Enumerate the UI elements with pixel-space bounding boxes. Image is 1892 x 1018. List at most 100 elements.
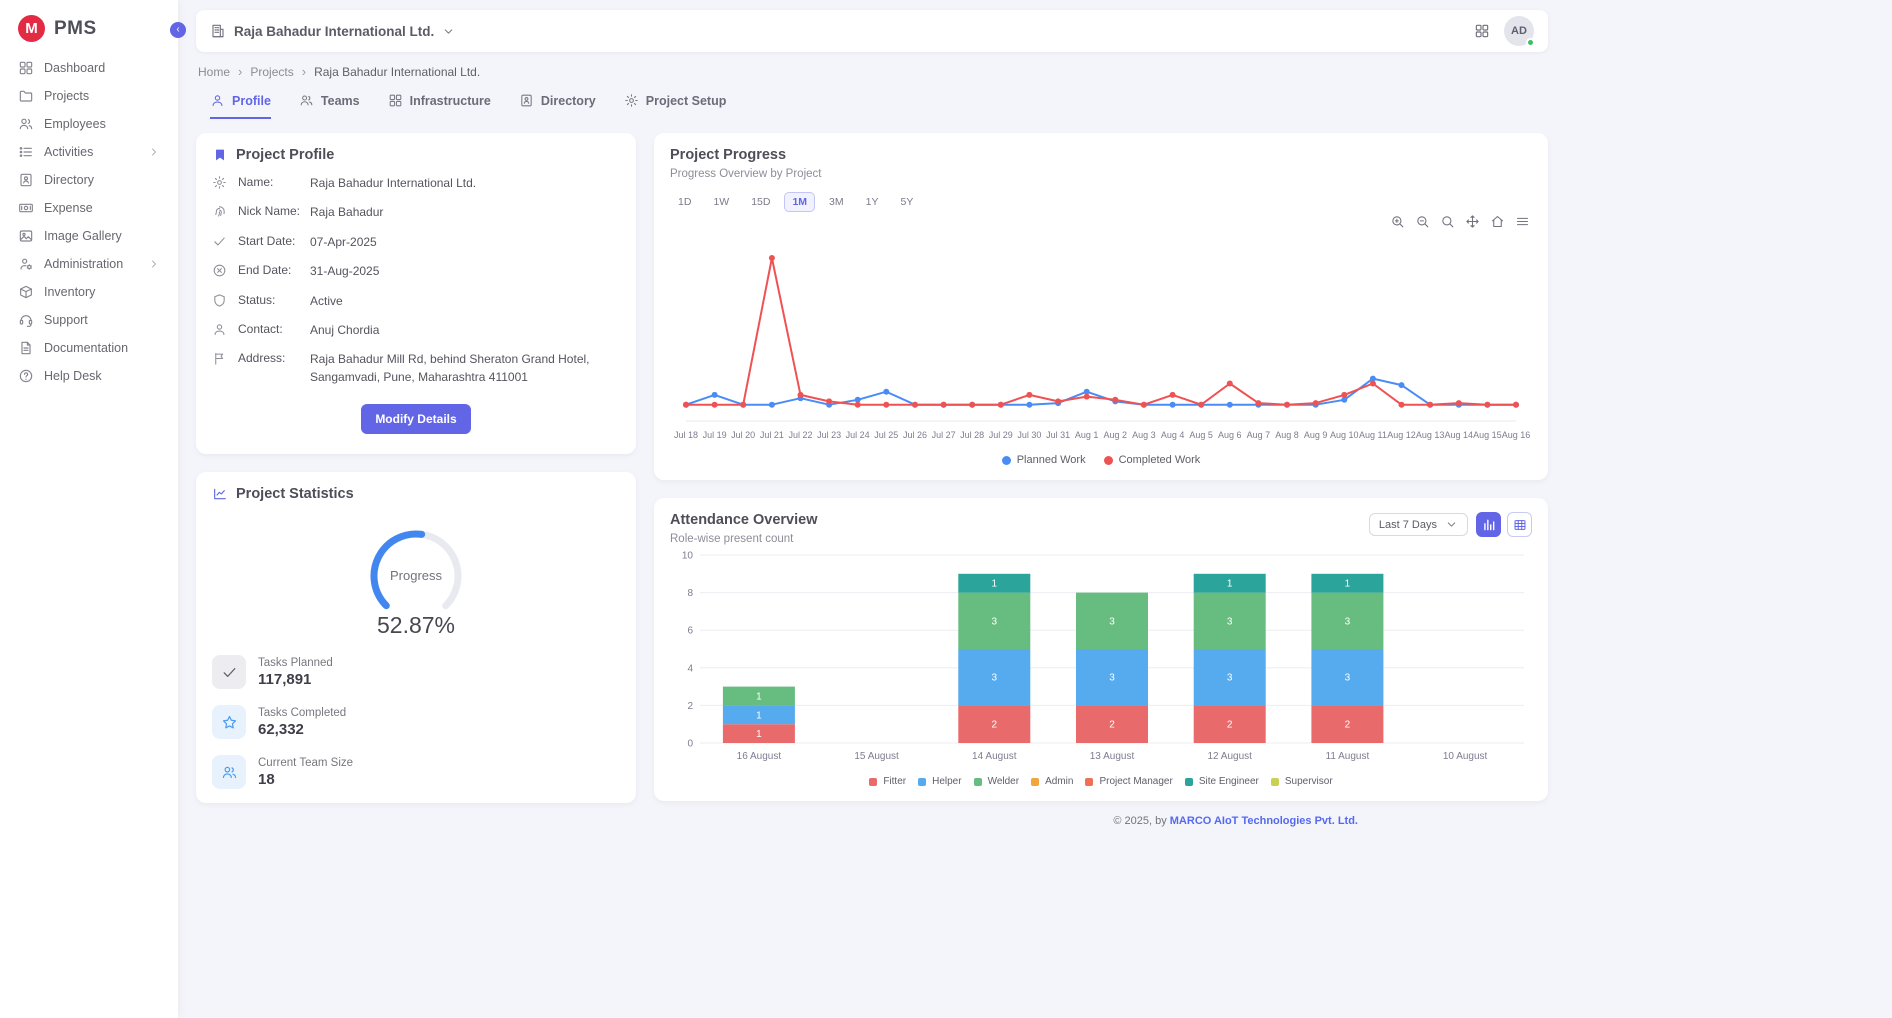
- field-label: Nick Name:: [238, 204, 300, 218]
- main-content: Raja Bahadur International Ltd. AD Home›…: [178, 0, 1550, 827]
- attendance-controls: Last 7 Days: [1369, 512, 1532, 537]
- sidebar-item-administration[interactable]: Administration: [0, 250, 178, 278]
- sidebar-item-help-desk[interactable]: Help Desk: [0, 362, 178, 390]
- sidebar-item-support[interactable]: Support: [0, 306, 178, 334]
- legend-site-engineer[interactable]: Site Engineer: [1185, 776, 1259, 787]
- legend-welder[interactable]: Welder: [974, 776, 1020, 787]
- svg-text:Jul 20: Jul 20: [731, 430, 755, 440]
- legend-fitter[interactable]: Fitter: [869, 776, 906, 787]
- tab-infrastructure[interactable]: Infrastructure: [388, 93, 491, 119]
- line-chart-mount: Jul 18Jul 19Jul 20Jul 21Jul 22Jul 23Jul …: [670, 231, 1532, 448]
- tab-directory[interactable]: Directory: [519, 93, 596, 119]
- bar-view-button[interactable]: [1476, 512, 1501, 537]
- user-avatar[interactable]: AD: [1504, 16, 1534, 46]
- apps-grid-icon[interactable]: [1474, 23, 1490, 39]
- footer-link[interactable]: MARCO AIoT Technologies Pvt. Ltd.: [1170, 815, 1358, 827]
- company-selector[interactable]: Raja Bahadur International Ltd.: [210, 23, 455, 39]
- table-view-button[interactable]: [1507, 512, 1532, 537]
- tab-profile[interactable]: Profile: [210, 93, 271, 119]
- legend-label: Site Engineer: [1199, 776, 1259, 787]
- sidebar-item-employees[interactable]: Employees: [0, 110, 178, 138]
- view-toggles: [1476, 512, 1532, 537]
- legend-planned-work[interactable]: Planned Work: [1002, 454, 1086, 466]
- selection-zoom-icon[interactable]: [1440, 214, 1455, 229]
- sidebar-item-image-gallery[interactable]: Image Gallery: [0, 222, 178, 250]
- svg-text:2: 2: [992, 720, 998, 731]
- legend-completed-work[interactable]: Completed Work: [1104, 454, 1201, 466]
- svg-text:10 August: 10 August: [1443, 751, 1488, 762]
- gauge-value: 52.87%: [377, 612, 455, 639]
- range-button-15d[interactable]: 15D: [743, 192, 778, 212]
- zoom-in-icon[interactable]: [1390, 214, 1405, 229]
- svg-text:0: 0: [687, 739, 693, 750]
- modify-details-button[interactable]: Modify Details: [361, 404, 470, 434]
- stat-label: Tasks Planned: [258, 657, 333, 669]
- sidebar-item-label: Expense: [44, 201, 93, 215]
- person-icon: [212, 322, 228, 337]
- legend-project-manager[interactable]: Project Manager: [1085, 776, 1172, 787]
- legend-helper[interactable]: Helper: [918, 776, 961, 787]
- legend-label: Helper: [932, 776, 961, 787]
- profile-field-start-date: Start Date:07-Apr-2025: [212, 234, 620, 251]
- progress-card-title: Project Progress: [670, 147, 1532, 163]
- svg-text:Aug 7: Aug 7: [1247, 430, 1271, 440]
- field-value: 07-Apr-2025: [310, 234, 620, 251]
- field-label: End Date:: [238, 263, 300, 277]
- legend-supervisor[interactable]: Supervisor: [1271, 776, 1333, 787]
- sidebar-item-label: Help Desk: [44, 369, 102, 383]
- range-button-1y[interactable]: 1Y: [858, 192, 887, 212]
- sidebar-item-directory[interactable]: Directory: [0, 166, 178, 194]
- tab-project-setup[interactable]: Project Setup: [624, 93, 727, 119]
- svg-text:Jul 24: Jul 24: [846, 430, 870, 440]
- stat-value: 18: [258, 771, 353, 788]
- stat-tasks-planned: Tasks Planned117,891: [212, 655, 620, 689]
- range-button-5y[interactable]: 5Y: [892, 192, 921, 212]
- svg-text:Jul 22: Jul 22: [788, 430, 812, 440]
- top-header: Raja Bahadur International Ltd. AD: [196, 10, 1548, 52]
- svg-text:Aug 11: Aug 11: [1359, 430, 1387, 440]
- range-button-1w[interactable]: 1W: [705, 192, 737, 212]
- flag-icon: [212, 351, 228, 366]
- helpdesk-icon: [18, 368, 34, 384]
- field-label: Address:: [238, 351, 300, 365]
- legend-marker: [1085, 778, 1093, 786]
- zoom-out-icon[interactable]: [1415, 214, 1430, 229]
- svg-text:Jul 31: Jul 31: [1046, 430, 1070, 440]
- svg-text:14 August: 14 August: [972, 751, 1017, 762]
- sidebar-item-label: Activities: [44, 145, 93, 159]
- building-icon: [210, 23, 226, 39]
- days-range-select[interactable]: Last 7 Days: [1369, 513, 1468, 536]
- pan-icon[interactable]: [1465, 214, 1480, 229]
- svg-text:8: 8: [687, 588, 693, 599]
- chevron-right-icon: [148, 146, 160, 158]
- sidebar-item-activities[interactable]: Activities: [0, 138, 178, 166]
- logo-icon: M: [18, 15, 45, 42]
- legend-admin[interactable]: Admin: [1031, 776, 1073, 787]
- svg-text:Aug 1: Aug 1: [1075, 430, 1099, 440]
- breadcrumb-item-home[interactable]: Home: [198, 65, 230, 79]
- field-label: Contact:: [238, 322, 300, 336]
- sidebar-collapse-button[interactable]: ‹: [170, 22, 186, 38]
- breadcrumb-item-projects[interactable]: Projects: [250, 65, 293, 79]
- range-button-1d[interactable]: 1D: [670, 192, 699, 212]
- menu-icon[interactable]: [1515, 214, 1530, 229]
- svg-text:Jul 26: Jul 26: [903, 430, 927, 440]
- svg-text:Aug 10: Aug 10: [1330, 430, 1359, 440]
- progress-line-chart[interactable]: Jul 18Jul 19Jul 20Jul 21Jul 22Jul 23Jul …: [670, 231, 1532, 443]
- sidebar-item-expense[interactable]: Expense: [0, 194, 178, 222]
- range-button-1m[interactable]: 1M: [784, 192, 815, 212]
- tab-teams[interactable]: Teams: [299, 93, 360, 119]
- sidebar-item-projects[interactable]: Projects: [0, 82, 178, 110]
- svg-text:Jul 29: Jul 29: [989, 430, 1013, 440]
- svg-text:Aug 3: Aug 3: [1132, 430, 1156, 440]
- svg-text:Aug 4: Aug 4: [1161, 430, 1185, 440]
- sidebar-item-inventory[interactable]: Inventory: [0, 278, 178, 306]
- home-icon[interactable]: [1490, 214, 1505, 229]
- range-button-3m[interactable]: 3M: [821, 192, 852, 212]
- bookmark-icon: [212, 147, 228, 163]
- sidebar-item-dashboard[interactable]: Dashboard: [0, 54, 178, 82]
- sidebar-item-documentation[interactable]: Documentation: [0, 334, 178, 362]
- range-buttons: 1D 1W 15D 1M 3M 1Y5Y: [670, 192, 1532, 212]
- svg-text:Aug 12: Aug 12: [1387, 430, 1416, 440]
- attendance-bar-chart[interactable]: 024681011116 August15 August233114 Augus…: [670, 547, 1532, 765]
